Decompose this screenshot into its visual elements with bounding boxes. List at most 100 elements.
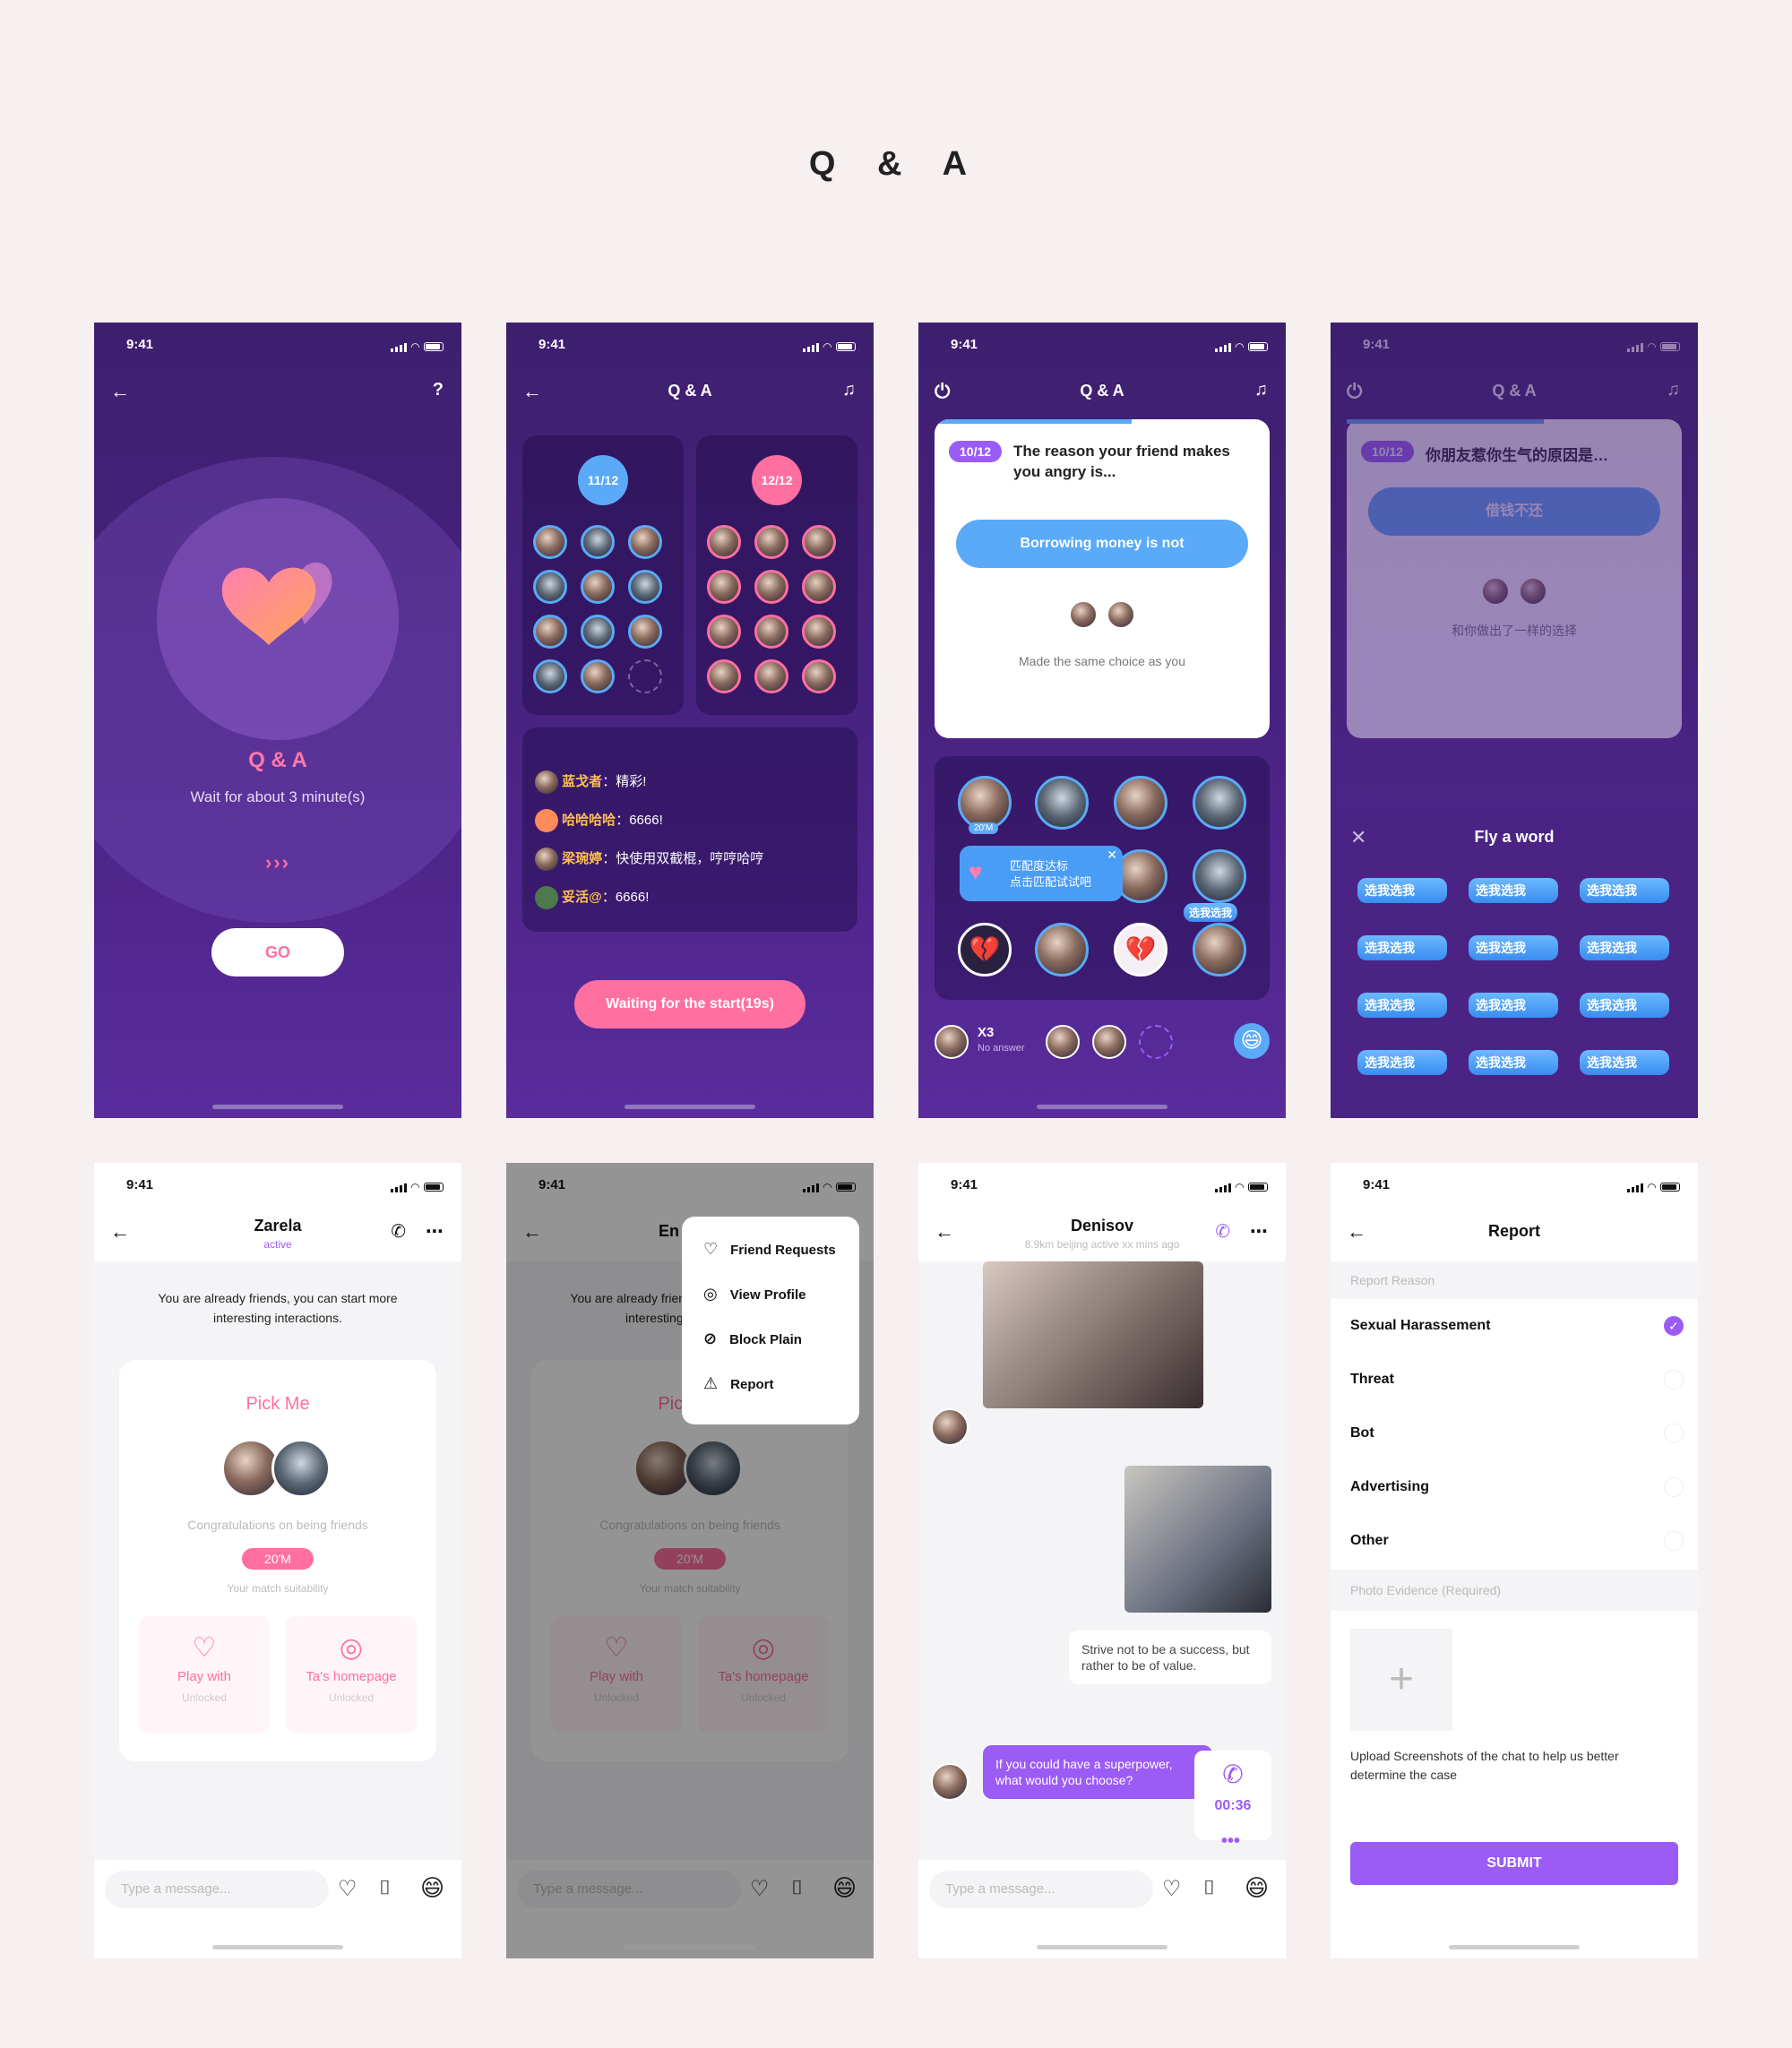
help-icon[interactable]: ?	[433, 380, 444, 400]
reason-option[interactable]: Threat	[1331, 1353, 1698, 1407]
wifi-icon: ◠	[1647, 340, 1656, 353]
music-note-icon[interactable]: ♫	[1254, 380, 1268, 400]
avatar[interactable]	[754, 659, 788, 693]
radio-icon[interactable]	[1664, 1477, 1684, 1497]
avatar[interactable]	[1114, 776, 1167, 830]
emoji-icon[interactable]: 😄	[1245, 1874, 1269, 1902]
avatar	[535, 809, 558, 832]
evidence-header: Photo Evidence (Required)	[1331, 1570, 1698, 1611]
voice-call-card[interactable]: ✆ 00:36	[1194, 1751, 1271, 1840]
sticker-item[interactable]: 选我选我	[1469, 878, 1558, 903]
broken-heart-icon[interactable]: 💔	[1114, 923, 1167, 977]
phone-icon[interactable]: ✆	[1215, 1220, 1230, 1243]
battery-icon	[1248, 1183, 1268, 1192]
sticker-item[interactable]: 选我选我	[1469, 935, 1558, 960]
phone-icon[interactable]: ✆	[391, 1220, 406, 1243]
waiting-start-button[interactable]: Waiting for the start(19s)	[574, 980, 806, 1028]
avatar[interactable]	[628, 615, 662, 649]
avatar[interactable]	[581, 659, 615, 693]
avatar[interactable]	[1035, 923, 1089, 977]
reason-option[interactable]: Bot	[1331, 1407, 1698, 1460]
avatar[interactable]	[707, 659, 741, 693]
reason-option[interactable]: Advertising	[1331, 1460, 1698, 1514]
sticker-item[interactable]: 选我选我	[1357, 1050, 1447, 1075]
more-icon[interactable]: ⋯	[1250, 1220, 1268, 1243]
avatar[interactable]	[754, 525, 788, 559]
sticker-item[interactable]: 选我选我	[1580, 993, 1669, 1018]
upload-caption: Upload Screenshots of the chat to help u…	[1350, 1749, 1619, 1782]
avatar[interactable]	[754, 615, 788, 649]
avatar[interactable]	[802, 525, 836, 559]
submit-button[interactable]: SUBMIT	[1350, 1842, 1678, 1885]
play-with-button[interactable]: ♡ Play with Unlocked	[139, 1616, 270, 1733]
avatar[interactable]	[533, 570, 567, 604]
contact-meta: 8.9km beijing active xx mins ago	[1024, 1238, 1180, 1251]
sticker-item[interactable]: 选我选我	[1357, 878, 1447, 903]
avatar[interactable]	[533, 525, 567, 559]
avatar[interactable]	[581, 570, 615, 604]
broken-heart-icon[interactable]: 💔	[958, 923, 1012, 977]
heart-hand-icon: ♡	[192, 1633, 217, 1663]
close-icon[interactable]: ✕	[1107, 848, 1117, 863]
camera-icon[interactable]: ⌷	[379, 1876, 391, 1899]
avatar[interactable]	[628, 570, 662, 604]
camera-icon[interactable]: ⌷	[1203, 1876, 1215, 1899]
avatar[interactable]	[707, 525, 741, 559]
avatar[interactable]	[533, 615, 567, 649]
music-note-icon[interactable]: ♫	[842, 380, 856, 400]
answer-option-button[interactable]: Borrowing money is not	[956, 520, 1248, 568]
avatar[interactable]	[581, 525, 615, 559]
radio-icon[interactable]	[1664, 1424, 1684, 1443]
sticker-item[interactable]: 选我选我	[1580, 935, 1669, 960]
heart-hand-icon[interactable]: ♡	[338, 1876, 358, 1902]
avatar[interactable]	[581, 615, 615, 649]
avatar[interactable]	[802, 615, 836, 649]
avatar[interactable]	[1193, 849, 1246, 903]
radio-icon[interactable]	[1664, 1531, 1684, 1551]
photo-message[interactable]	[983, 1261, 1203, 1408]
radio-icon[interactable]	[1664, 1370, 1684, 1390]
heart-hand-icon[interactable]: ♡	[1162, 1876, 1182, 1902]
match-popup[interactable]: ♥ 匹配度达标 点击匹配试试吧 ✕	[960, 846, 1123, 901]
upload-plus-button[interactable]: +	[1350, 1629, 1452, 1731]
go-button[interactable]: GO	[211, 928, 344, 977]
avatar[interactable]	[1193, 923, 1246, 977]
menu-item-block[interactable]: ⊘ Block Plain	[703, 1329, 802, 1348]
reason-option[interactable]: Sexual Harassement ✓	[1331, 1299, 1698, 1353]
homepage-button[interactable]: ◎ Ta's homepage Unlocked	[286, 1616, 417, 1733]
sticker-item[interactable]: 选我选我	[1469, 993, 1558, 1018]
message-input[interactable]: Type a message...	[105, 1871, 329, 1908]
sticker-item[interactable]: 选我选我	[1357, 935, 1447, 960]
avatar[interactable]	[533, 659, 567, 693]
reason-option[interactable]: Other	[1331, 1514, 1698, 1568]
avatar[interactable]	[754, 570, 788, 604]
avatar[interactable]	[1193, 776, 1246, 830]
avatar[interactable]	[1035, 776, 1089, 830]
congrats-text: Congratulations on being friends	[187, 1518, 368, 1532]
avatar[interactable]	[958, 776, 1012, 830]
message-input[interactable]: Type a message...	[929, 1871, 1153, 1908]
menu-item-report[interactable]: ⚠ Report	[703, 1374, 773, 1393]
photo-message[interactable]	[1124, 1466, 1271, 1613]
avatar[interactable]	[707, 615, 741, 649]
sticker-item[interactable]: 选我选我	[1580, 1050, 1669, 1075]
avatar[interactable]	[802, 659, 836, 693]
menu-item-friend-requests[interactable]: ♡ Friend Requests	[703, 1240, 836, 1259]
avatar	[1519, 577, 1547, 606]
empty-seat-icon[interactable]	[628, 659, 662, 693]
emoji-icon[interactable]: 😄	[1234, 1023, 1270, 1059]
more-icon[interactable]: ⋯	[426, 1220, 444, 1243]
avatar[interactable]	[802, 570, 836, 604]
sticker-item[interactable]: 选我选我	[1580, 878, 1669, 903]
back-arrow-icon[interactable]: ←	[110, 380, 130, 403]
checkmark-icon[interactable]: ✓	[1664, 1316, 1684, 1336]
sticker-item[interactable]: 选我选我	[1469, 1050, 1558, 1075]
avatar	[535, 886, 558, 909]
heart-slot-icon[interactable]	[1139, 1025, 1173, 1059]
sticker-item[interactable]: 选我选我	[1357, 993, 1447, 1018]
menu-item-view-profile[interactable]: ◎ View Profile	[703, 1285, 806, 1304]
avatar[interactable]	[707, 570, 741, 604]
avatar[interactable]	[628, 525, 662, 559]
fly-word-sheet: ✕ Fly a word 选我选我 选我选我 选我选我 选我选我 选我选我 选我…	[1331, 813, 1698, 1118]
emoji-icon[interactable]: 😄	[420, 1874, 444, 1902]
